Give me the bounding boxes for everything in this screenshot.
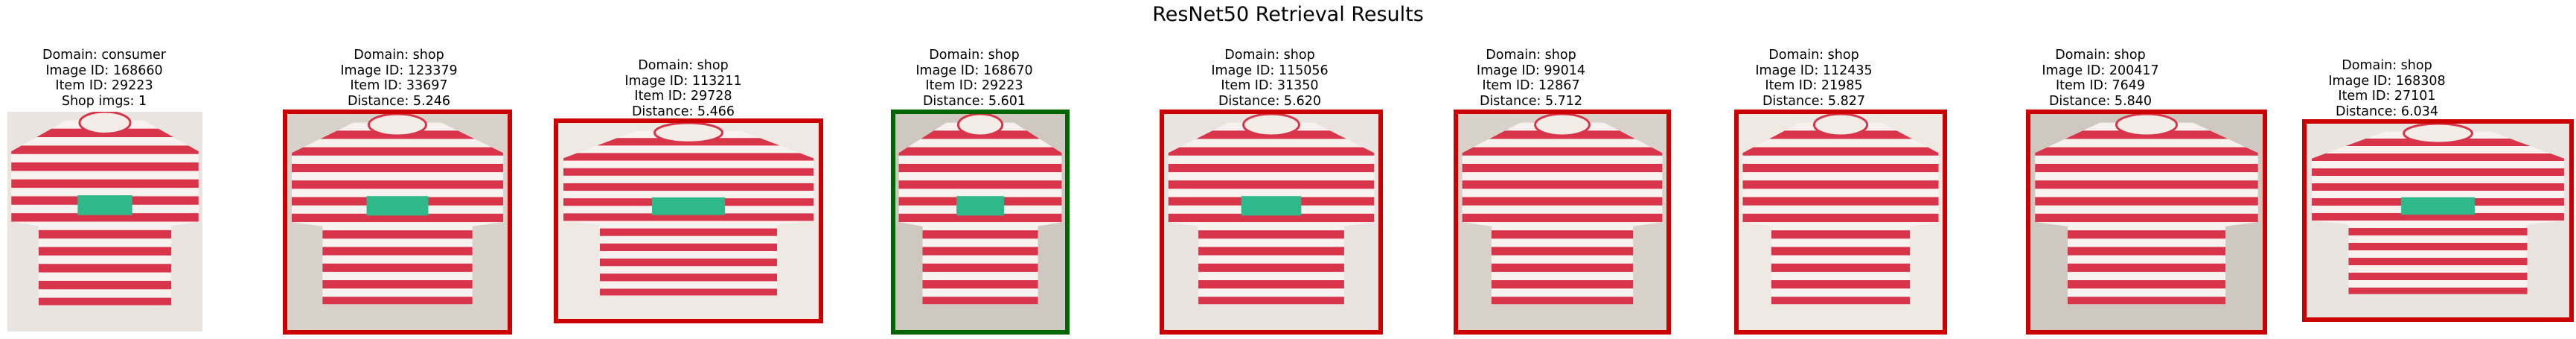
- result-domain: Domain: shop: [2342, 58, 2432, 73]
- result-distance: Distance: 5.466: [631, 104, 735, 119]
- shirt-photo: [1739, 114, 1943, 330]
- shirt-patch: [366, 196, 429, 216]
- result-image-id: Image ID: 168308: [2328, 73, 2446, 89]
- shirt-photo: [558, 123, 819, 319]
- query-shop-imgs: Shop imgs: 1: [61, 93, 147, 109]
- shirt-photo: [1458, 114, 1666, 330]
- result-distance: Distance: 5.840: [2048, 93, 2152, 109]
- shirt-photo: [7, 112, 202, 332]
- shirt-patch: [1241, 196, 1302, 216]
- shirt-photo: [287, 114, 508, 330]
- result-domain: Domain: shop: [1486, 48, 1576, 63]
- result-image-incorrect: [283, 110, 512, 335]
- result-image-incorrect: [2026, 110, 2267, 335]
- result-distance: Distance: 6.034: [2335, 104, 2439, 119]
- shirt-photo: [1164, 114, 1378, 330]
- shirt-patch: [652, 197, 725, 215]
- result-image-id: Image ID: 168670: [915, 63, 1033, 78]
- result-image-incorrect: [1454, 110, 1671, 335]
- result-domain: Domain: shop: [1768, 48, 1859, 63]
- shirt-patch: [956, 196, 1004, 216]
- result-caption: Domain: shop Image ID: 112435 Item ID: 2…: [1755, 48, 1872, 109]
- result-distance: Distance: 5.246: [347, 93, 451, 109]
- result-item-id: Item ID: 33697: [350, 78, 448, 93]
- shirt-patch: [2401, 197, 2475, 215]
- result-domain: Domain: shop: [638, 58, 729, 73]
- result-item-id: Item ID: 27101: [2338, 89, 2436, 104]
- result-distance: Distance: 5.827: [1762, 93, 1866, 109]
- result-caption: Domain: shop Image ID: 99014 Item ID: 12…: [1477, 48, 1585, 109]
- figure: ResNet50 Retrieval Results Domain: consu…: [0, 0, 2576, 339]
- result-image-incorrect: [1734, 110, 1947, 335]
- result-distance: Distance: 5.712: [1479, 93, 1583, 109]
- result-caption: Domain: shop Image ID: 168670 Item ID: 2…: [915, 48, 1032, 109]
- query-caption: Domain: consumer Image ID: 168660 Item I…: [42, 48, 166, 109]
- result-image-id: Image ID: 123379: [340, 63, 458, 78]
- figure-title: ResNet50 Retrieval Results: [1152, 3, 1424, 26]
- result-item-id: Item ID: 31350: [1221, 78, 1319, 93]
- query-image: [7, 112, 202, 332]
- result-image-incorrect: [1160, 110, 1383, 335]
- query-domain: Domain: consumer: [42, 48, 167, 63]
- result-caption: Domain: shop Image ID: 168308 Item ID: 2…: [2328, 58, 2445, 119]
- query-item-id: Item ID: 29223: [55, 78, 153, 93]
- result-image-id: Image ID: 200417: [2042, 63, 2159, 78]
- result-caption: Domain: shop Image ID: 113211 Item ID: 2…: [624, 58, 741, 119]
- result-caption: Domain: shop Image ID: 115056 Item ID: 3…: [1211, 48, 1328, 109]
- result-item-id: Item ID: 29728: [634, 89, 732, 104]
- result-item-id: Item ID: 21985: [1765, 78, 1863, 93]
- result-image-incorrect: [554, 118, 823, 323]
- result-item-id: Item ID: 7649: [2055, 78, 2146, 93]
- result-image-incorrect: [2302, 119, 2574, 322]
- result-item-id: Item ID: 29223: [925, 78, 1023, 93]
- shirt-photo: [895, 114, 1065, 330]
- query-image-id: Image ID: 168660: [45, 63, 163, 78]
- result-image-correct: [891, 110, 1070, 335]
- result-image-id: Image ID: 113211: [624, 73, 742, 89]
- result-image-id: Image ID: 115056: [1211, 63, 1329, 78]
- result-domain: Domain: shop: [929, 48, 1020, 63]
- shirt-photo: [2030, 114, 2263, 330]
- result-domain: Domain: shop: [1224, 48, 1315, 63]
- result-domain: Domain: shop: [2055, 48, 2146, 63]
- result-distance: Distance: 5.601: [922, 93, 1026, 109]
- result-image-id: Image ID: 99014: [1476, 63, 1586, 78]
- result-caption: Domain: shop Image ID: 200417 Item ID: 7…: [2042, 48, 2158, 109]
- result-item-id: Item ID: 12867: [1482, 78, 1580, 93]
- shirt-patch: [77, 195, 132, 215]
- result-caption: Domain: shop Image ID: 123379 Item ID: 3…: [340, 48, 457, 109]
- result-domain: Domain: shop: [354, 48, 444, 63]
- result-distance: Distance: 5.620: [1218, 93, 1322, 109]
- result-image-id: Image ID: 112435: [1755, 63, 1873, 78]
- shirt-photo: [2307, 124, 2569, 317]
